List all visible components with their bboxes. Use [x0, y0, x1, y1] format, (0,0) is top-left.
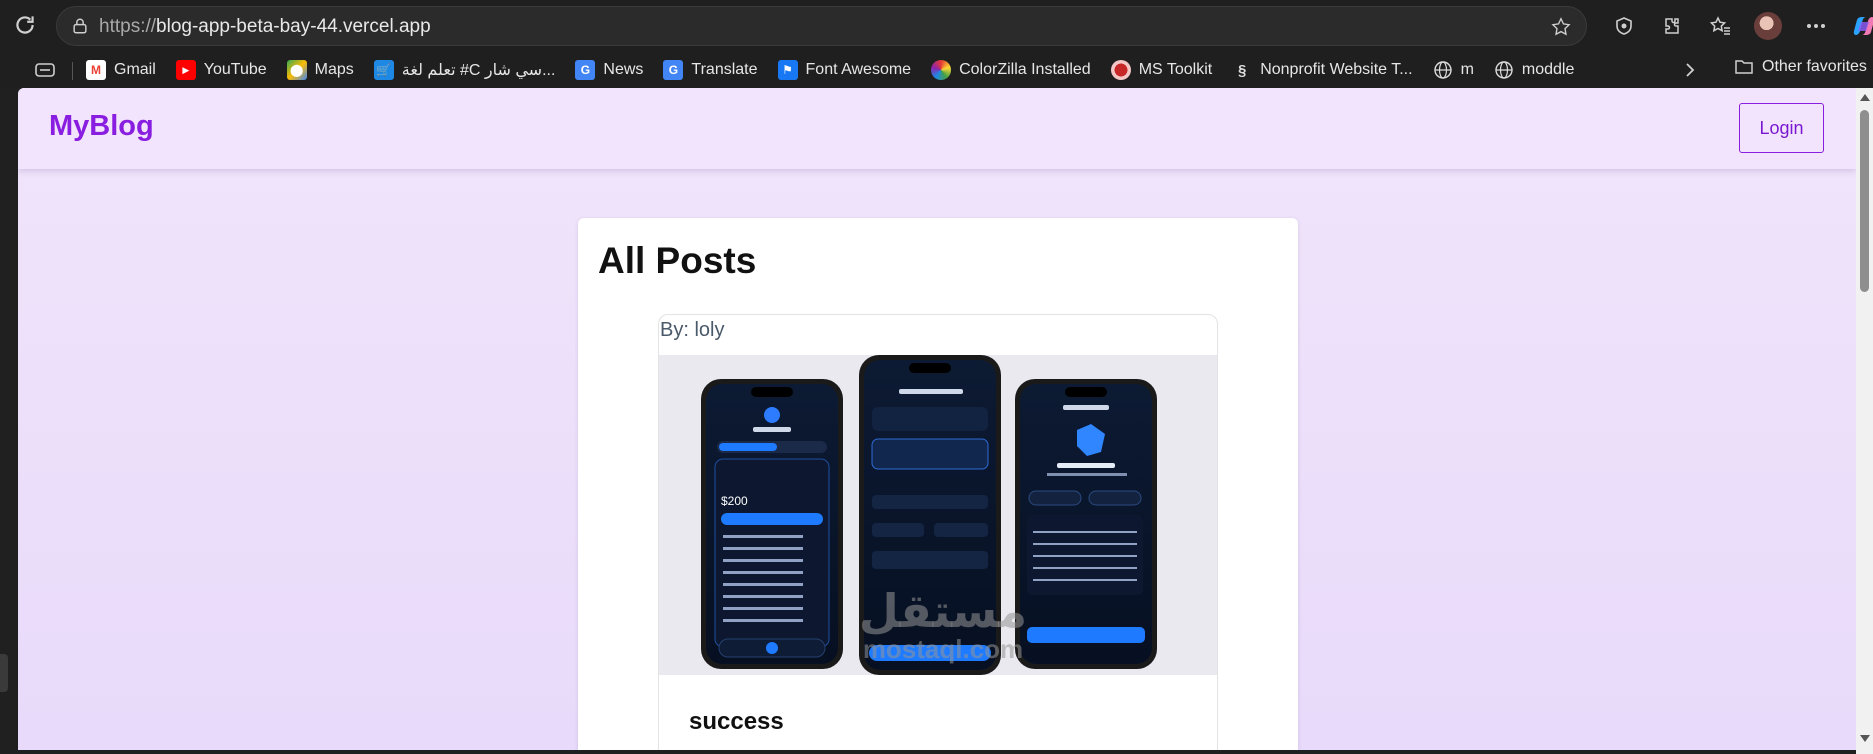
bookmark-youtube[interactable]: ▶ YouTube [175, 60, 267, 80]
favorite-star-icon[interactable] [1550, 16, 1572, 38]
page-title: All Posts [598, 240, 757, 281]
login-button[interactable]: Login [1739, 103, 1824, 153]
bookmark-label: Translate [691, 61, 758, 78]
bookmark-label: News [603, 61, 644, 78]
reload-icon[interactable] [12, 12, 38, 38]
watermark-arabic: مستقل [858, 584, 1028, 638]
extensions-icon[interactable] [1648, 10, 1696, 42]
youtube-icon: ▶ [175, 60, 196, 80]
scroll-up-arrow-icon[interactable] [1860, 94, 1870, 101]
bookmark-label: Gmail [114, 61, 156, 78]
post-card[interactable]: By: loly $200 success [658, 314, 1218, 750]
more-menu-icon[interactable] [1792, 10, 1840, 42]
other-favorites[interactable]: Other favorites [1734, 58, 1867, 76]
watermark: مستقل mostaql.com [838, 588, 1048, 665]
bookmark-label: Font Awesome [805, 61, 912, 78]
scroll-down-arrow-icon[interactable] [1860, 735, 1870, 742]
bookmark-maps[interactable]: ⬤ Maps [286, 60, 354, 80]
address-row: https://blog-app-beta-bay-44.vercel.app [0, 0, 1873, 52]
bookmark-label: Maps [314, 61, 354, 78]
scroll-thumb[interactable] [1860, 110, 1869, 292]
page-viewport: MyBlog Login All Posts By: loly $200 suc… [18, 88, 1856, 750]
bookmark-translate[interactable]: G Translate [663, 60, 758, 80]
other-favorites-label: Other favorites [1762, 58, 1867, 75]
profile-avatar[interactable] [1744, 10, 1792, 42]
translate-icon: G [663, 60, 684, 80]
maps-icon: ⬤ [286, 60, 307, 80]
post-title[interactable]: success [689, 708, 784, 736]
bookmark-label: moddle [1521, 61, 1575, 78]
lock-icon[interactable] [71, 17, 89, 35]
bookmark-news[interactable]: G News [575, 60, 643, 80]
bookmark-label: تعلم لغة #C سي شار... [401, 62, 556, 79]
bookmark-label: Nonprofit Website T... [1260, 61, 1413, 78]
url-scheme: https:// [99, 16, 157, 37]
bookmark-gmail[interactable]: M Gmail [86, 60, 156, 80]
side-panel-handle[interactable] [0, 654, 8, 692]
bookmarks-bar: M Gmail ▶ YouTube ⬤ Maps 🛒 تعلم لغة #C س… [0, 52, 1873, 88]
post-author: By: loly [660, 319, 725, 341]
bookmark-label: m [1460, 61, 1474, 78]
bookmark-label: MS Toolkit [1138, 61, 1213, 78]
shield-extension-icon[interactable] [1600, 10, 1648, 42]
mstoolkit-icon [1110, 60, 1131, 80]
folder-icon [1735, 60, 1753, 74]
bookmark-csharp-course[interactable]: 🛒 تعلم لغة #C سي شار... [373, 60, 556, 80]
tab-actions-icon[interactable] [34, 60, 58, 80]
bookmark-font-awesome[interactable]: ⚑ Font Awesome [777, 60, 912, 80]
bookmark-moddle[interactable]: moddle [1494, 60, 1574, 80]
page-scrollbar[interactable] [1856, 88, 1873, 754]
svg-text:$200: $200 [721, 494, 748, 508]
globe-icon [1433, 61, 1452, 79]
posts-card: All Posts By: loly $200 success مستقل mo… [578, 218, 1298, 750]
address-bar[interactable]: https://blog-app-beta-bay-44.vercel.app [56, 6, 1587, 46]
squarespace-icon: § [1238, 61, 1247, 79]
bookmark-label: ColorZilla Installed [959, 61, 1091, 78]
site-brand[interactable]: MyBlog [49, 110, 154, 143]
url-host: blog-app-beta-bay-44.vercel.app [156, 16, 431, 37]
site-navbar: MyBlog Login [18, 88, 1856, 169]
colorzilla-icon [931, 60, 952, 80]
shop-icon: 🛒 [373, 60, 394, 80]
toolbar-icons [1600, 10, 1873, 42]
flag-icon: ⚑ [777, 60, 798, 80]
bookmarks-divider [72, 62, 73, 80]
browser-chrome: https://blog-app-beta-bay-44.vercel.app [0, 0, 1873, 88]
bookmark-label: YouTube [203, 61, 267, 78]
google-news-icon: G [575, 60, 596, 80]
watermark-latin: mostaql.com [862, 634, 1024, 664]
bookmark-ms-toolkit[interactable]: MS Toolkit [1110, 60, 1213, 80]
gmail-icon: M [86, 60, 106, 80]
bookmarks-list: M Gmail ▶ YouTube ⬤ Maps 🛒 تعلم لغة #C س… [86, 52, 1574, 88]
chevron-right-icon[interactable] [1680, 60, 1700, 80]
bookmark-nonprofit-website[interactable]: § Nonprofit Website T... [1232, 60, 1413, 80]
favorites-icon[interactable] [1696, 10, 1744, 42]
url-text[interactable]: https://blog-app-beta-bay-44.vercel.app [99, 16, 431, 38]
copilot-icon[interactable] [1840, 10, 1873, 42]
globe-icon [1495, 61, 1513, 79]
bookmark-m[interactable]: m [1433, 60, 1474, 80]
bookmark-colorzilla[interactable]: ColorZilla Installed [931, 60, 1091, 80]
